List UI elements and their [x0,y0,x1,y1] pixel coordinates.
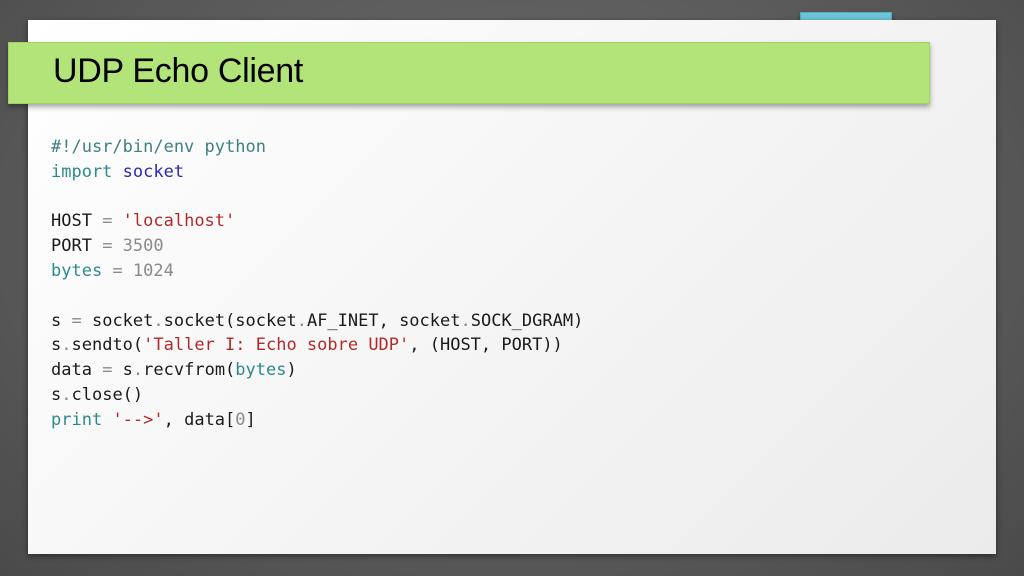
code-line: s = socket.socket(socket.AF_INET, socket… [51,309,583,334]
code-token-op: . [460,310,471,331]
code-token-plain: socket [91,310,154,331]
code-token-plain: , (HOST, PORT)) [409,335,563,356]
code-token-keyword: bytes [51,260,103,281]
code-token-plain: data [51,360,92,381]
code-token-op: . [296,310,307,331]
code-token-keyword: import [51,161,113,182]
code-token-op: . [132,360,144,381]
code-token-plain: sendto( [71,335,144,356]
code-token-plain: SOCK_DGRAM) [470,310,584,331]
code-line: s.close() [51,383,583,408]
code-token-op: . [153,310,164,331]
code-token-string: 'Taller I: Echo sobre UDP' [143,335,410,356]
code-token-number: 3500 [122,236,164,257]
code-line: PORT = 3500 [51,234,583,259]
code-line: data = s.recvfrom(bytes) [51,358,583,383]
code-block: #!/usr/bin/env python import socket HOST … [51,135,583,433]
code-token-op: = [91,211,123,232]
code-token-string: '-->' [112,409,164,430]
code-line: import socket [51,160,583,185]
code-line: bytes = 1024 [51,259,583,284]
code-line: print '-->', data[0] [51,408,583,433]
code-token-keyword: print [51,409,103,430]
code-token-op: = [61,310,92,331]
code-token-plain: s [51,310,62,331]
code-token-plain: HOST [51,211,92,232]
slide-title: UDP Echo Client [53,52,303,90]
code-token-number: 0 [235,409,246,430]
code-token-plain: recvfrom( [143,360,236,381]
code-token-op: = [91,236,123,257]
code-token-builtin: socket [122,161,185,182]
code-token-comment: #!/usr/bin/env python [51,137,266,157]
code-token-plain: AF_INET, socket [306,310,461,331]
code-token-op: . [61,384,72,405]
code-token-plain: , data[ [163,409,236,430]
code-token-string: 'localhost' [122,211,236,232]
code-token-op: = [102,260,133,281]
code-token-keyword: bytes [235,360,287,381]
code-token-plain: s [51,384,62,405]
code-token-number: 1024 [132,260,174,281]
code-token-op: = [91,360,123,381]
code-line: #!/usr/bin/env python [51,135,583,160]
code-token-plain: socket(socket [163,310,297,331]
code-token-plain: ] [245,409,256,430]
code-token-op: . [61,335,72,356]
code-line: s.sendto('Taller I: Echo sobre UDP', (HO… [51,333,583,358]
code-token-plain: s [122,360,133,381]
code-token-plain: close() [71,384,144,405]
code-token-plain: PORT [51,236,92,257]
code-token-plain: ) [286,360,297,381]
code-token-plain: s [51,335,62,356]
title-banner: UDP Echo Client [8,42,930,104]
code-line: HOST = 'localhost' [51,209,583,234]
